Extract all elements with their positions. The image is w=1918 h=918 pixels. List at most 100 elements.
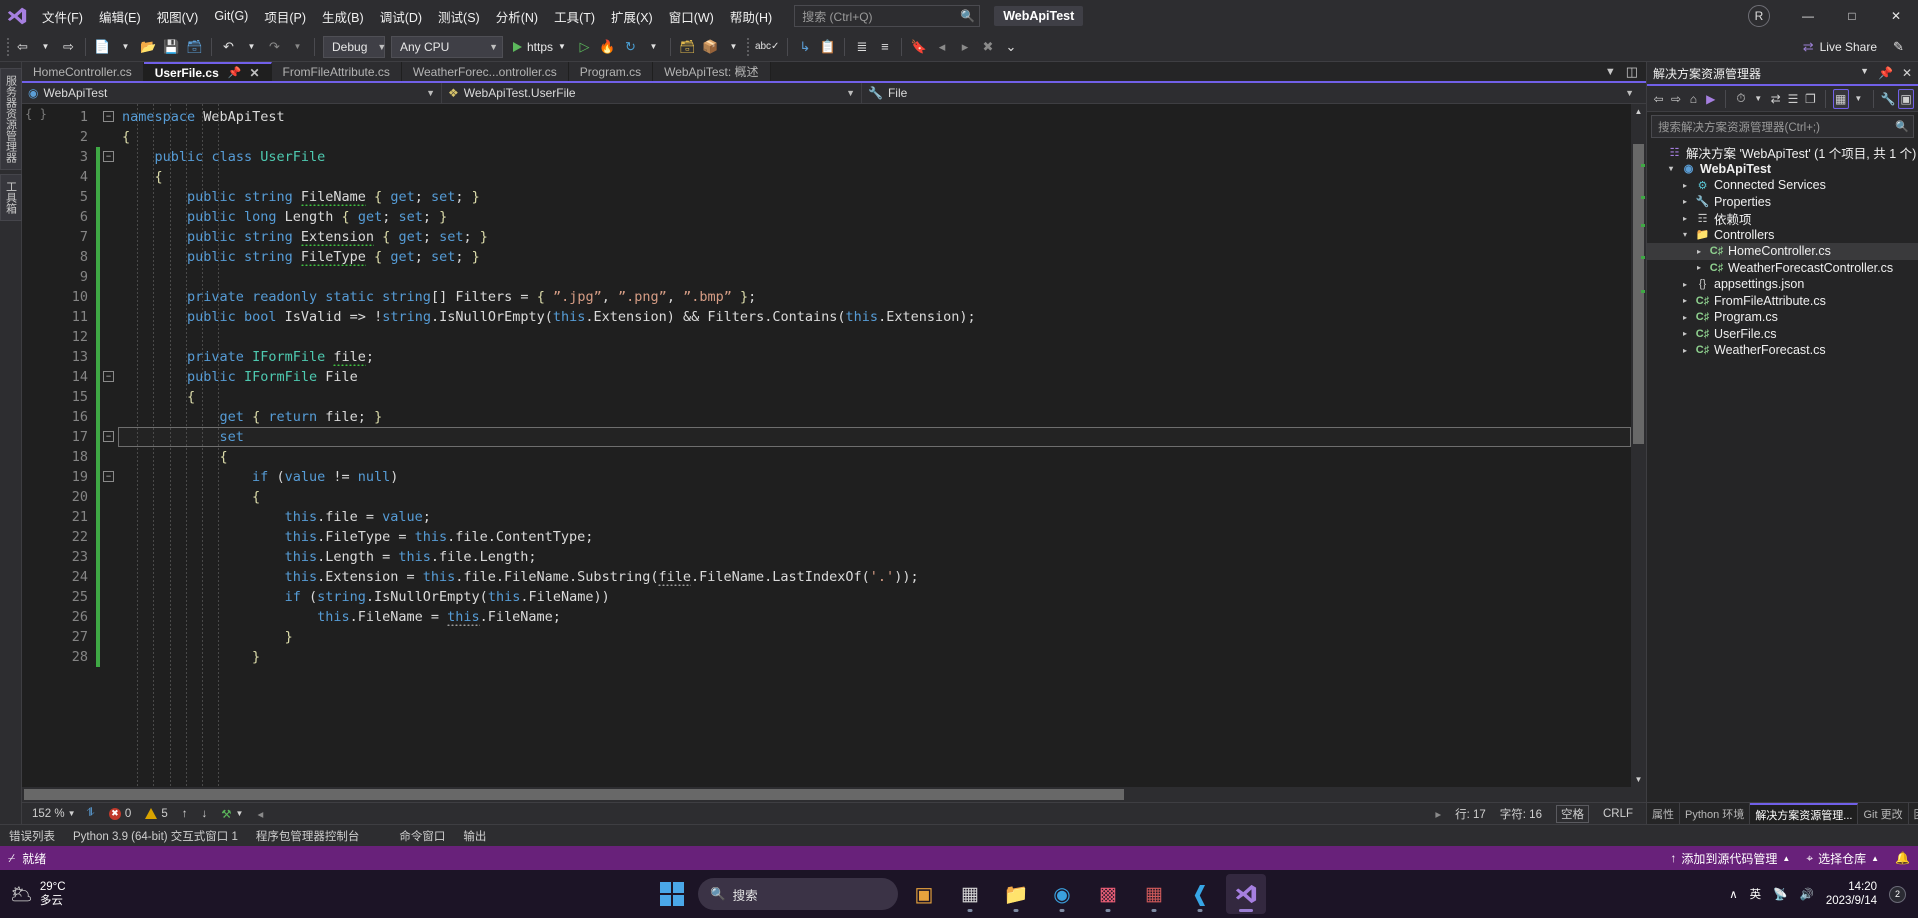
menu-window[interactable]: 窗口(W)	[661, 0, 722, 32]
code-line[interactable]: this.Length = this.file.Length;	[118, 547, 1631, 567]
code-line[interactable]: if (value != null)	[118, 467, 1631, 487]
quick-actions-button[interactable]: ⚒ ▼	[214, 807, 250, 821]
redo-icon[interactable]: ↷	[263, 35, 286, 59]
restart-icon[interactable]: ↻	[619, 35, 642, 59]
comment-icon[interactable]: ≡	[873, 35, 896, 59]
code-editor[interactable]: { } 1 2 3 4 5 6 7 8 9 10 11 12 13 14 15 16 17 18 19 20 21 22 2…	[22, 104, 1646, 787]
expander-closed-icon[interactable]: ▸	[1679, 214, 1691, 223]
menu-file[interactable]: 文件(F)	[34, 0, 91, 32]
tree-item[interactable]: ▸ ☶ 依赖项	[1647, 210, 1918, 227]
expander-closed-icon[interactable]: ▸	[1679, 296, 1691, 305]
sync-icon[interactable]: ⇄	[1768, 89, 1783, 109]
dock-tab-output[interactable]: 输出	[454, 825, 495, 844]
scroll-right-button[interactable]: ▸	[1428, 807, 1448, 821]
dock-tab-package-manager-console[interactable]: 程序包管理器控制台	[247, 825, 369, 844]
weather-widget[interactable]: 🌥 29°C 多云	[0, 880, 66, 908]
open-folder-icon[interactable]: 📂	[137, 35, 160, 59]
tab-fromfileattribute[interactable]: FromFileAttribute.cs	[271, 62, 402, 81]
compare-icon[interactable]: 📋	[816, 35, 839, 59]
restart-dropdown-icon[interactable]: ▼	[642, 35, 665, 59]
code-line[interactable]: get { return file; }	[118, 407, 1631, 427]
undo-icon[interactable]: ↶	[217, 35, 240, 59]
code-line[interactable]: public long Length { get; set; }	[118, 207, 1631, 227]
code-line[interactable]: public string FileName { get; set; }	[118, 187, 1631, 207]
code-line[interactable]: {	[118, 447, 1631, 467]
new-item-dropdown-icon[interactable]: ▼	[114, 35, 137, 59]
code-line[interactable]: }	[118, 627, 1631, 647]
close-icon[interactable]: ✕	[249, 66, 259, 80]
code-line[interactable]: namespace WebApiTest	[118, 107, 1631, 127]
tree-item[interactable]: ▾ ◉ WebApiTest	[1647, 161, 1918, 178]
dock-tab-python-interactive[interactable]: Python 3.9 (64-bit) 交互式窗口 1	[64, 825, 247, 844]
code-line[interactable]: public bool IsValid => !string.IsNullOrE…	[118, 307, 1631, 327]
tray-caret-icon[interactable]: ∧	[1729, 887, 1737, 901]
code-line[interactable]: {	[118, 127, 1631, 147]
tab-python-env[interactable]: Python 环境	[1680, 803, 1751, 824]
tree-item[interactable]: ▸ C♯ WeatherForecastController.cs	[1647, 260, 1918, 277]
history-dropdown-icon[interactable]: ▼	[1751, 89, 1766, 109]
code-line[interactable]: private IFormFile file;	[118, 347, 1631, 367]
search-icon[interactable]: 🔍	[1895, 120, 1909, 133]
editor-nav-tool[interactable]: ⥮	[80, 807, 102, 820]
tab-weatherforecastcontroller[interactable]: WeatherForec...ontroller.cs	[401, 62, 569, 81]
menu-build[interactable]: 生成(B)	[314, 0, 372, 32]
feedback-icon[interactable]: ✎	[1887, 35, 1910, 59]
code-line[interactable]: {	[118, 487, 1631, 507]
close-button[interactable]: ✕	[1874, 0, 1918, 32]
menu-extensions[interactable]: 扩展(X)	[603, 0, 661, 32]
navbar-type-select[interactable]: ❖ WebApiTest.UserFile ▼	[442, 83, 862, 103]
expander-closed-icon[interactable]: ▸	[1693, 247, 1705, 256]
navbar-project-select[interactable]: ◉ WebApiTest ▼	[22, 83, 442, 103]
tab-userfile[interactable]: UserFile.cs 📌 ✕	[143, 62, 272, 81]
tab-homecontroller[interactable]: HomeController.cs	[22, 62, 144, 81]
tree-item[interactable]: ▸ C♯ WeatherForecast.cs	[1647, 342, 1918, 359]
tree-item[interactable]: ▸ C♯ UserFile.cs	[1647, 326, 1918, 343]
expander-closed-icon[interactable]: ▸	[1679, 280, 1691, 289]
code-line[interactable]: if (string.IsNullOrEmpty(this.FileName))	[118, 587, 1631, 607]
pin-icon[interactable]: 📌	[1878, 66, 1893, 80]
expander-closed-icon[interactable]: ▸	[1679, 329, 1691, 338]
start-without-debugging-icon[interactable]: ▷	[573, 35, 596, 59]
properties-wrench-icon[interactable]: 🔧	[1881, 89, 1896, 109]
toolbar-overflow-button[interactable]: ⌄	[999, 35, 1022, 59]
taskbar-app-phone-link-icon[interactable]: ▦	[1134, 874, 1174, 914]
scroll-down-icon[interactable]: ▼	[1631, 772, 1646, 787]
tree-item[interactable]: ▸ 🔧 Properties	[1647, 194, 1918, 211]
volume-icon[interactable]: 🔊	[1800, 887, 1814, 901]
code-line[interactable]: }	[118, 647, 1631, 667]
global-search-input[interactable]: 搜索 (Ctrl+Q) 🔍	[794, 5, 981, 27]
chevron-down-icon[interactable]: ▼	[1605, 66, 1616, 78]
indent-icon[interactable]: ≣	[850, 35, 873, 59]
container-overflow-icon[interactable]: ▼	[722, 35, 745, 59]
expander-closed-icon[interactable]: ▸	[1679, 313, 1691, 322]
indentation-mode[interactable]: 空格	[1549, 804, 1596, 823]
menu-debug[interactable]: 调试(D)	[372, 0, 430, 32]
tab-solution-explorer[interactable]: 解决方案资源管理...	[1750, 803, 1859, 824]
navigate-back-icon[interactable]: ⇦	[11, 35, 34, 59]
hscrollbar-thumb[interactable]	[24, 789, 1124, 800]
undo-dropdown-icon[interactable]: ▼	[240, 35, 263, 59]
live-share-button[interactable]: ⇄ Live Share	[1793, 39, 1887, 55]
build-configuration-select[interactable]: Debug ▼	[323, 35, 386, 58]
tree-item[interactable]: ▸ {} appsettings.json	[1647, 276, 1918, 293]
forward-icon[interactable]: ⇨	[1668, 89, 1683, 109]
pending-changes-icon[interactable]: ▶	[1703, 89, 1718, 109]
expander-closed-icon[interactable]: ▸	[1679, 181, 1691, 190]
add-to-source-control-button[interactable]: ↑ 添加到源代码管理 ▲	[1670, 850, 1790, 867]
chevron-down-icon[interactable]: ▼	[1860, 66, 1869, 80]
bookmark-prev-icon[interactable]: ◂	[930, 35, 953, 59]
code-folding-column[interactable]: − − − − −	[100, 104, 118, 787]
tree-item[interactable]: ▸ C♯ Program.cs	[1647, 309, 1918, 326]
toolbar-grip-2[interactable]	[745, 38, 752, 56]
show-all-files-dropdown-icon[interactable]: ▼	[1851, 89, 1866, 109]
notifications-button[interactable]: 🔔	[1895, 851, 1910, 865]
menu-test[interactable]: 测试(S)	[430, 0, 488, 32]
chevron-down-icon[interactable]: ▼	[558, 42, 566, 51]
tree-item[interactable]: ▸ ⚙ Connected Services	[1647, 177, 1918, 194]
avatar[interactable]: R	[1748, 5, 1770, 27]
code-line[interactable]: public string FileType { get; set; }	[118, 247, 1631, 267]
menu-edit[interactable]: 编辑(E)	[91, 0, 149, 32]
navbar-member-select[interactable]: 🔧 File ▼	[862, 83, 1646, 103]
network-icon[interactable]: 📡	[1773, 887, 1787, 901]
save-all-icon[interactable]: 🗃	[183, 35, 206, 59]
